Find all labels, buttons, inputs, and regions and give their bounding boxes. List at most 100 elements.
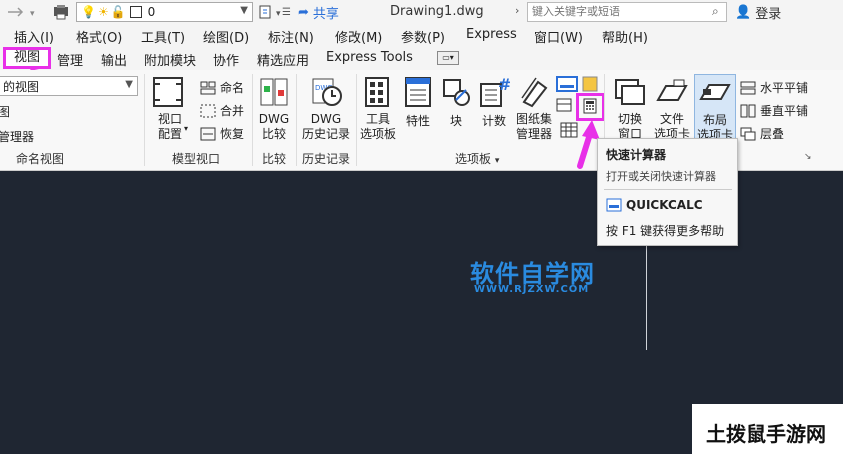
layer-combo[interactable]: 💡 ☀ 🔓 0 ▼ xyxy=(76,2,253,22)
search-arrow-icon: › xyxy=(515,4,520,17)
divider xyxy=(296,74,297,166)
share-button[interactable]: ➦ 共享 xyxy=(298,2,339,22)
tool-palettes-line2: 选项板 xyxy=(359,127,396,141)
menu-insert[interactable]: 插入(I) xyxy=(14,27,54,46)
tile-vertical-button[interactable]: 垂直平铺 xyxy=(740,102,808,119)
merge-viewport-icon xyxy=(200,104,216,117)
tab-output[interactable]: 输出 xyxy=(101,50,127,69)
viewport-config-icon[interactable] xyxy=(152,76,184,108)
menu-window[interactable]: 窗口(W) xyxy=(534,27,583,46)
tab-collaborate[interactable]: 协作 xyxy=(213,50,239,69)
cascade-button[interactable]: 层叠 xyxy=(740,125,784,142)
tile-vertical-icon xyxy=(740,104,756,117)
tab-express-tools[interactable]: Express Tools xyxy=(326,50,413,65)
sheet-set-manager-icon[interactable] xyxy=(518,76,550,108)
tool-palettes-line1: 工具 xyxy=(365,112,390,126)
count-icon[interactable]: # xyxy=(478,76,510,108)
panel-toggle-icon[interactable]: ▭▾ xyxy=(437,51,459,65)
group-label-named-views: 命名视图 xyxy=(16,152,65,166)
properties-icon[interactable] xyxy=(402,76,434,108)
tool-palettes-label[interactable]: 工具 选项板 xyxy=(356,112,400,142)
crosshair-cursor xyxy=(646,240,647,350)
viewport-named-button[interactable]: 命名 xyxy=(200,79,244,96)
viewport-named-label: 命名 xyxy=(220,81,245,95)
layout-tabs-icon xyxy=(699,84,731,100)
switch-windows-line1: 切换 xyxy=(617,112,642,126)
group-label-history: 历史记录 xyxy=(302,152,351,166)
watermark-url: WWW.RJZXW.COM xyxy=(474,284,590,295)
menu-draw[interactable]: 绘图(D) xyxy=(203,27,249,46)
tool-palettes-icon[interactable] xyxy=(362,76,394,108)
tile-horizontal-icon xyxy=(740,81,756,94)
dwg-compare-line1: DWG xyxy=(258,112,290,126)
menu-help[interactable]: 帮助(H) xyxy=(602,27,648,46)
login-button[interactable]: 👤 登录 xyxy=(735,3,781,22)
dwg-compare-icon[interactable] xyxy=(258,76,290,108)
chevron-down-icon: ▼ xyxy=(240,5,248,16)
svg-text:▾: ▾ xyxy=(276,9,281,19)
menu-modify[interactable]: 修改(M) xyxy=(335,27,382,46)
named-viewport-icon xyxy=(200,81,216,94)
restore-viewport-icon xyxy=(200,127,216,140)
search-icon[interactable]: ⌕ xyxy=(712,4,719,19)
layer-value: 0 xyxy=(147,5,156,19)
tile-horizontal-button[interactable]: 水平平铺 xyxy=(740,79,808,96)
design-center-icon[interactable] xyxy=(582,76,598,92)
divider xyxy=(144,74,145,166)
count-label[interactable]: 计数 xyxy=(476,114,512,129)
group-label-model-viewports: 模型视口 xyxy=(172,152,221,166)
layout-tabs-line1: 布局 xyxy=(702,113,727,127)
markup-set-icon[interactable] xyxy=(556,98,574,114)
chevron-down-icon[interactable]: ▾ xyxy=(495,156,500,166)
tile-vertical-label: 垂直平铺 xyxy=(760,104,809,118)
search-input[interactable] xyxy=(527,2,727,22)
menu-bar: 插入(I) 格式(O) 工具(T) 绘图(D) 标注(N) 修改(M) 参数(P… xyxy=(0,24,843,46)
viewport-merge-button[interactable]: 合并 xyxy=(200,102,244,119)
menu-format[interactable]: 格式(O) xyxy=(76,27,122,46)
viewport-restore-label: 恢复 xyxy=(220,127,245,141)
block-label[interactable]: 块 xyxy=(440,114,472,129)
cascade-icon xyxy=(740,127,756,140)
view-manager-button[interactable]: 管理器 xyxy=(0,128,34,145)
menu-tools[interactable]: 工具(T) xyxy=(141,27,185,46)
sheet-set-manager-label[interactable]: 图纸集 管理器 xyxy=(512,112,556,142)
share-icon: ➦ xyxy=(298,4,309,20)
divider xyxy=(252,74,253,166)
block-icon[interactable] xyxy=(440,76,472,108)
cascade-label: 层叠 xyxy=(760,127,785,141)
chevron-down-icon: ▼ xyxy=(125,79,133,90)
menu-dimension[interactable]: 标注(N) xyxy=(268,27,314,46)
undo-redo-icons[interactable]: ▾ xyxy=(4,2,44,22)
command-line-icon[interactable] xyxy=(556,76,578,92)
switch-windows-icon[interactable] xyxy=(614,76,646,108)
corner-brand-text: 土拨鼠手游网 xyxy=(706,422,826,446)
tooltip-divider xyxy=(604,189,732,190)
plot-icon[interactable] xyxy=(52,2,70,22)
properties-label[interactable]: 特性 xyxy=(400,114,436,129)
user-icon: 👤 xyxy=(735,5,752,20)
color-swatch-icon xyxy=(129,6,142,18)
view-button[interactable]: 图 xyxy=(0,103,10,120)
file-tabs-line1: 文件 xyxy=(659,112,684,126)
ribbon-tabs: 视图 管理 输出 附加模块 协作 精选应用 Express Tools ▭▾ xyxy=(0,46,843,70)
file-tabs-icon[interactable] xyxy=(656,76,688,108)
named-view-combo[interactable]: 的视图 ▼ xyxy=(0,76,138,96)
dwg-compare-label[interactable]: DWG 比较 xyxy=(254,112,294,142)
menu-express[interactable]: Express xyxy=(466,27,517,42)
tab-featured-apps[interactable]: 精选应用 xyxy=(257,50,309,69)
tab-addins[interactable]: 附加模块 xyxy=(144,50,196,69)
layout-tabs-button[interactable]: 布局 选项卡 xyxy=(694,74,736,142)
viewport-restore-button[interactable]: 恢复 xyxy=(200,125,244,142)
sun-icon: ☀ xyxy=(97,5,109,19)
chevron-down-icon[interactable]: ▾ xyxy=(184,124,188,133)
dwg-history-label[interactable]: DWG 历史记录 xyxy=(298,112,354,142)
tooltip-description: 打开或关闭快速计算器 xyxy=(606,170,716,183)
dwg-compare-line2: 比较 xyxy=(261,127,286,141)
panel-launcher-icon[interactable]: ↘ xyxy=(804,152,812,162)
menu-parametric[interactable]: 参数(P) xyxy=(401,27,445,46)
login-label: 登录 xyxy=(755,7,782,22)
tooltip-command: QUICKCALC xyxy=(626,198,703,212)
qat-menu-icon[interactable]: ☰ xyxy=(282,2,291,22)
dwg-history-icon[interactable]: DWG xyxy=(310,76,342,108)
corner-brand-box: 土拨鼠手游网 xyxy=(692,404,843,454)
